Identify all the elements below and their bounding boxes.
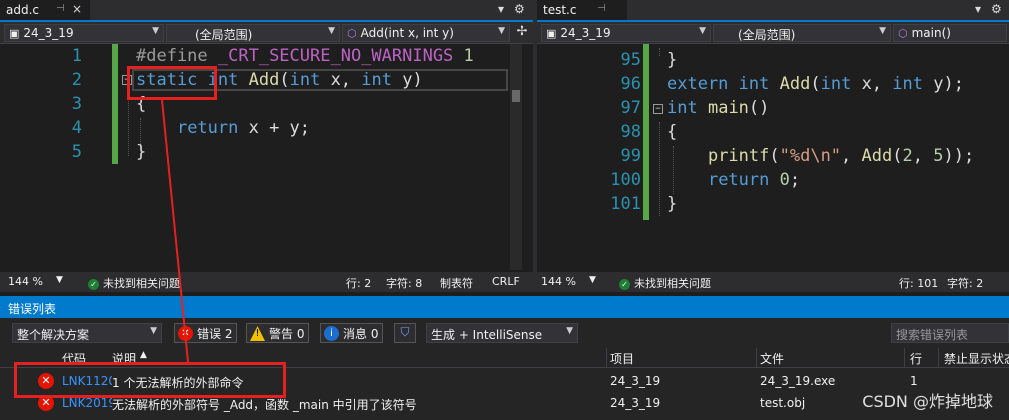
watermark: CSDN @炸掉地球: [862, 392, 993, 411]
annotation-arrow: [161, 99, 189, 363]
annotation-box-error: [14, 362, 286, 398]
annotation-arrow-line: [161, 99, 189, 363]
